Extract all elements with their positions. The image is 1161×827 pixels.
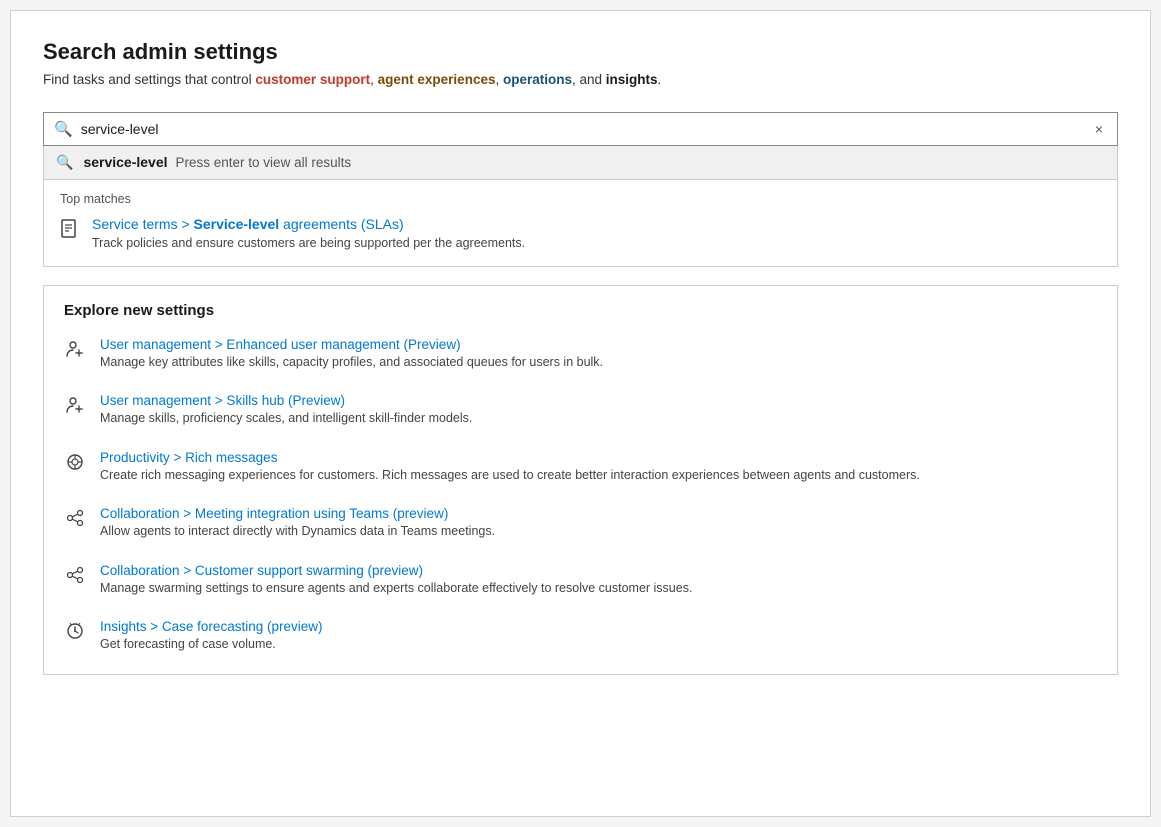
- explore-item-body-2: User management > Skills hub (Preview) M…: [100, 393, 472, 428]
- explore-item-body-5: Collaboration > Customer support swarmin…: [100, 563, 692, 598]
- search-input[interactable]: [81, 121, 1091, 137]
- match-prefix: Service terms >: [92, 216, 194, 232]
- match-bold: Service-level: [194, 216, 280, 232]
- search-icon: 🔍: [54, 120, 73, 138]
- collaboration-icon-2: [64, 565, 86, 590]
- insights-icon: [64, 621, 86, 646]
- explore-link-6[interactable]: Insights > Case forecasting (preview): [100, 619, 322, 634]
- search-bar: 🔍 ×: [43, 112, 1118, 146]
- explore-desc-2: Manage skills, proficiency scales, and i…: [100, 410, 472, 428]
- explore-item-skills-hub: User management > Skills hub (Preview) M…: [64, 393, 1097, 428]
- explore-section: Explore new settings User management > E…: [43, 285, 1118, 675]
- top-matches-label: Top matches: [60, 192, 1101, 206]
- page-title: Search admin settings: [43, 39, 1118, 65]
- explore-item-enhanced-user-mgmt: User management > Enhanced user manageme…: [64, 337, 1097, 372]
- user-management-icon-1: [64, 339, 86, 364]
- explore-item-rich-messages: Productivity > Rich messages Create rich…: [64, 450, 1097, 485]
- explore-desc-4: Allow agents to interact directly with D…: [100, 523, 495, 541]
- productivity-icon: [64, 452, 86, 477]
- explore-desc-5: Manage swarming settings to ensure agent…: [100, 580, 692, 598]
- autocomplete-search-icon: 🔍: [56, 154, 73, 171]
- page-subtitle: Find tasks and settings that control cus…: [43, 71, 1118, 90]
- explore-link-4[interactable]: Collaboration > Meeting integration usin…: [100, 506, 495, 521]
- explore-item-body-1: User management > Enhanced user manageme…: [100, 337, 603, 372]
- match-suffix: agreements (SLAs): [279, 216, 404, 232]
- match-item-text: Service terms > Service-level agreements…: [92, 216, 525, 250]
- explore-desc-3: Create rich messaging experiences for cu…: [100, 467, 920, 485]
- match-link[interactable]: Service terms > Service-level agreements…: [92, 216, 404, 232]
- match-description: Track policies and ensure customers are …: [92, 236, 525, 250]
- autocomplete-hint: Press enter to view all results: [176, 155, 352, 170]
- explore-link-3[interactable]: Productivity > Rich messages: [100, 450, 920, 465]
- explore-item-body-4: Collaboration > Meeting integration usin…: [100, 506, 495, 541]
- explore-link-1[interactable]: User management > Enhanced user manageme…: [100, 337, 603, 352]
- explore-item-case-forecasting: Insights > Case forecasting (preview) Ge…: [64, 619, 1097, 654]
- clear-icon[interactable]: ×: [1091, 119, 1107, 139]
- user-management-icon-2: [64, 395, 86, 420]
- autocomplete-bold: service-level: [83, 154, 167, 170]
- explore-item-meeting-integration: Collaboration > Meeting integration usin…: [64, 506, 1097, 541]
- explore-title: Explore new settings: [64, 302, 1097, 319]
- autocomplete-row[interactable]: 🔍 service-level Press enter to view all …: [43, 146, 1118, 180]
- explore-link-2[interactable]: User management > Skills hub (Preview): [100, 393, 472, 408]
- explore-desc-6: Get forecasting of case volume.: [100, 636, 322, 654]
- top-matches-section: Top matches Service terms > Service-leve…: [43, 180, 1118, 267]
- explore-item-swarming: Collaboration > Customer support swarmin…: [64, 563, 1097, 598]
- explore-item-body-6: Insights > Case forecasting (preview) Ge…: [100, 619, 322, 654]
- explore-desc-1: Manage key attributes like skills, capac…: [100, 354, 603, 372]
- match-item[interactable]: Service terms > Service-level agreements…: [60, 216, 1101, 250]
- main-container: Search admin settings Find tasks and set…: [10, 10, 1151, 817]
- explore-item-body-3: Productivity > Rich messages Create rich…: [100, 450, 920, 485]
- explore-link-5[interactable]: Collaboration > Customer support swarmin…: [100, 563, 692, 578]
- collaboration-icon-1: [64, 508, 86, 533]
- service-terms-icon: [60, 219, 80, 244]
